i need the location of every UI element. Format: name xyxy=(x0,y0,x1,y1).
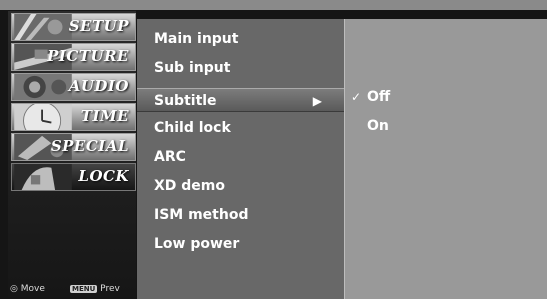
check-icon: ✓ xyxy=(351,90,362,104)
menu-item-child-lock[interactable]: Child lock xyxy=(154,120,231,136)
move-hint: ◎ Move xyxy=(10,284,45,294)
category-picture[interactable]: PICTURE xyxy=(11,43,136,71)
move-icon: ◎ xyxy=(10,284,18,294)
category-label: LOCK xyxy=(78,167,129,185)
option-off[interactable]: ✓ Off xyxy=(351,89,391,105)
option-on[interactable]: On xyxy=(367,118,389,134)
category-time[interactable]: TIME xyxy=(11,103,136,131)
menu-item-sub-input[interactable]: Sub input xyxy=(154,60,230,76)
prev-hint: MENU Prev xyxy=(70,284,120,294)
menu-key-icon: MENU xyxy=(70,285,98,293)
speaker-icon xyxy=(14,74,72,100)
lock-icon xyxy=(14,164,72,190)
category-setup[interactable]: SETUP xyxy=(11,13,136,41)
category-lock[interactable]: LOCK xyxy=(11,163,136,191)
arrow-right-icon: ▶ xyxy=(312,94,322,108)
move-label: Move xyxy=(20,284,45,294)
menu-item-arc[interactable]: ARC xyxy=(154,149,186,165)
option-label: On xyxy=(367,118,389,134)
menu-item-low-power[interactable]: Low power xyxy=(154,236,239,252)
category-label: SPECIAL xyxy=(50,137,129,155)
top-band xyxy=(0,0,547,10)
menu-item-label: Subtitle xyxy=(154,93,217,109)
menu-item-subtitle[interactable]: Subtitle ▶ xyxy=(137,88,344,112)
option-label: Off xyxy=(367,89,391,105)
prev-label: Prev xyxy=(100,284,120,294)
category-label: SETUP xyxy=(68,17,129,35)
clock-icon xyxy=(14,104,72,130)
category-special[interactable]: SPECIAL xyxy=(11,133,136,161)
tv-osd-screen: SETUP PICTURE AUDIO TIME SPECIAL LOCK ◎ … xyxy=(0,0,547,299)
category-label: AUDIO xyxy=(68,77,129,95)
submenu-panel: ✓ Off On xyxy=(345,19,547,299)
category-sidebar: SETUP PICTURE AUDIO TIME SPECIAL LOCK ◎ … xyxy=(8,11,136,297)
menu-panel: Main input Sub input Subtitle ▶ Child lo… xyxy=(137,19,344,299)
category-label: PICTURE xyxy=(47,47,129,65)
category-audio[interactable]: AUDIO xyxy=(11,73,136,101)
menu-item-ism-method[interactable]: ISM method xyxy=(154,207,248,223)
menu-item-xd-demo[interactable]: XD demo xyxy=(154,178,225,194)
menu-item-main-input[interactable]: Main input xyxy=(154,31,238,47)
setup-icon xyxy=(14,14,72,40)
category-label: TIME xyxy=(80,107,129,125)
